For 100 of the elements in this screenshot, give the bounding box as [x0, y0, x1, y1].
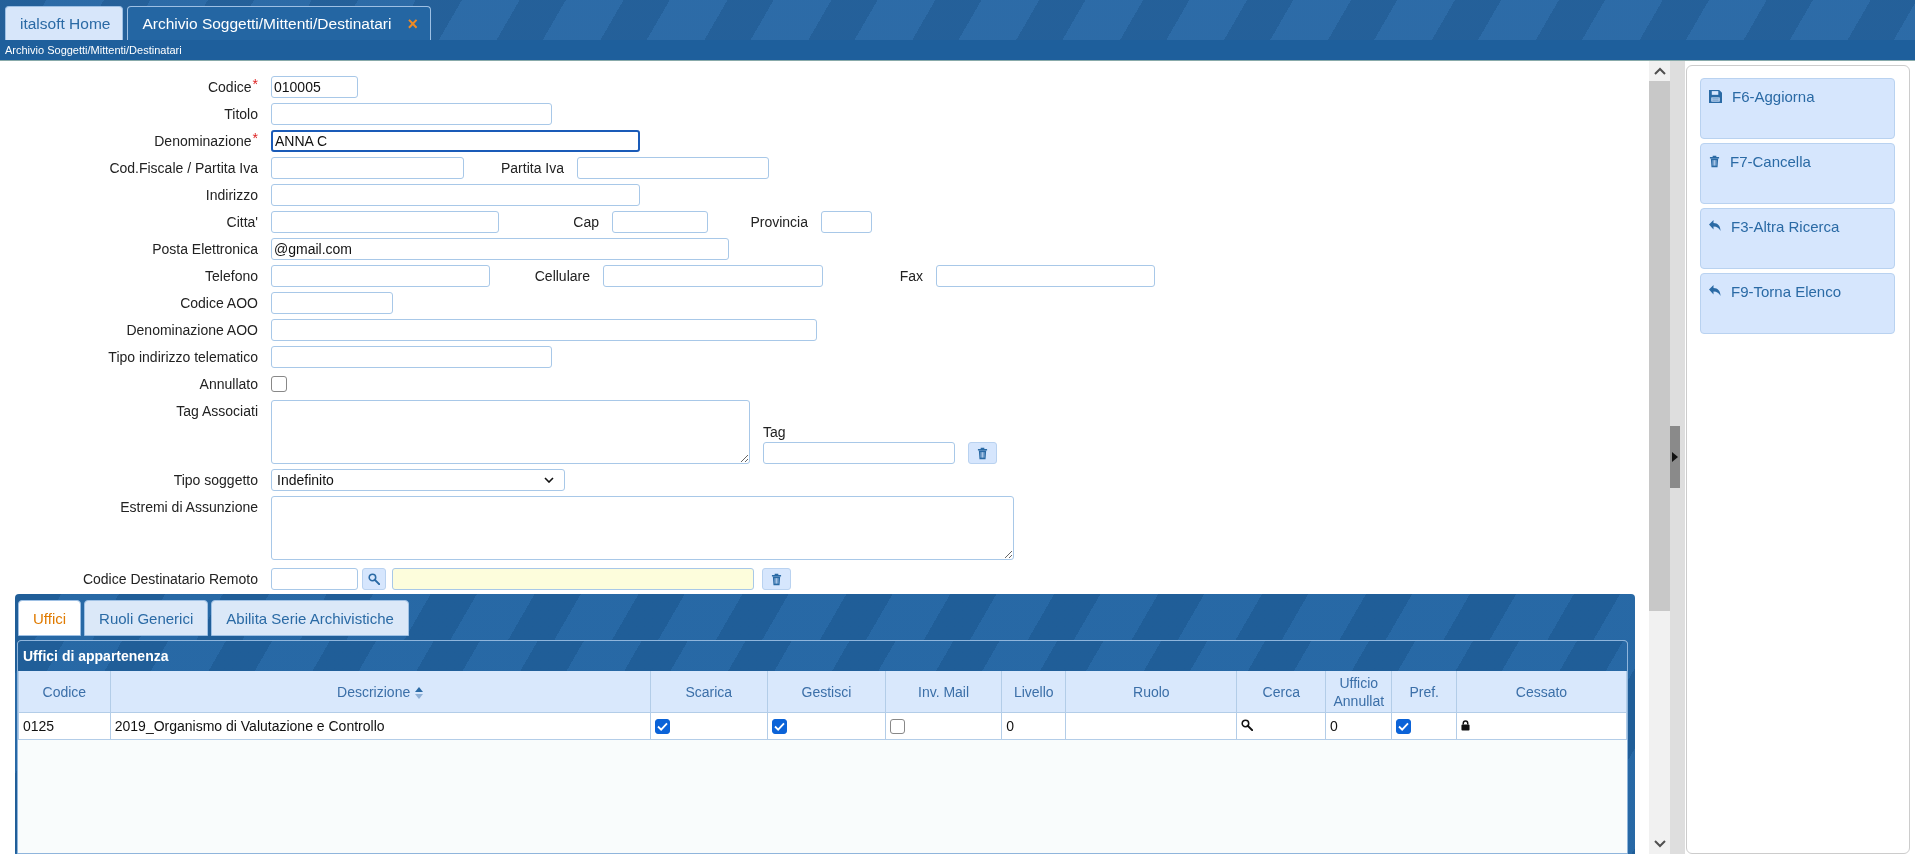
checkbox[interactable] — [654, 719, 670, 735]
delete-button[interactable]: F7-Cancella — [1700, 143, 1895, 204]
field-label: Denominazione AOO — [126, 322, 258, 338]
table-cell: 0125 — [18, 712, 111, 740]
text-field[interactable] — [271, 157, 464, 179]
text-field[interactable] — [271, 211, 499, 233]
sort-icon — [415, 686, 424, 699]
tab[interactable]: Uffici — [18, 600, 82, 636]
column-header[interactable]: Inv. Mail — [885, 671, 1002, 713]
column-header[interactable]: Codice — [18, 671, 111, 713]
table-cell: 0 — [1325, 712, 1392, 740]
text-field[interactable]: ANNA C — [271, 130, 640, 152]
search-icon[interactable] — [1241, 719, 1254, 731]
field-label: Annullato — [199, 376, 258, 392]
text-field[interactable] — [763, 442, 955, 464]
text-field[interactable] — [392, 568, 754, 590]
text-area[interactable] — [271, 400, 750, 464]
back-button[interactable]: F3-Altra Ricerca — [1700, 208, 1895, 269]
checkbox[interactable] — [772, 719, 788, 735]
checkmark-icon — [1398, 722, 1410, 732]
trash-icon — [977, 446, 988, 460]
text-field[interactable] — [271, 184, 640, 206]
text-field[interactable] — [936, 265, 1155, 287]
scroll-down-icon[interactable] — [1653, 840, 1666, 848]
required-mark: * — [252, 76, 258, 92]
back-button[interactable]: F9-Torna Elenco — [1700, 273, 1895, 334]
trash-icon — [1709, 155, 1720, 168]
splitter-handle[interactable] — [1670, 426, 1680, 488]
column-header[interactable]: Scarica — [650, 671, 768, 713]
save-icon — [1709, 90, 1722, 103]
text-field[interactable] — [271, 292, 393, 314]
text-field[interactable] — [271, 319, 817, 341]
search-icon — [368, 573, 380, 585]
text-field[interactable] — [271, 346, 552, 368]
close-button[interactable]: × — [407, 14, 418, 33]
lock-icon — [1460, 720, 1470, 731]
text-field[interactable] — [271, 265, 490, 287]
text-field[interactable]: @gmail.com — [271, 238, 729, 260]
column-header[interactable]: Descrizione — [110, 671, 651, 713]
field-label: Denominazione — [154, 133, 252, 149]
tab[interactable]: Abilita Serie Archivistiche — [211, 600, 409, 636]
field-label: Fax — [898, 267, 923, 286]
tab[interactable]: Ruoli Generici — [84, 600, 209, 636]
field-label: Cod.Fiscale / Partita Iva — [109, 160, 258, 176]
column-header[interactable]: Pref. — [1392, 671, 1457, 713]
field-label: Tag Associati — [176, 403, 258, 419]
column-header[interactable]: Cerca — [1237, 671, 1326, 713]
field-label: Codice Destinatario Remoto — [82, 571, 258, 587]
field-label: Estremi di Assunzione — [120, 499, 258, 515]
save-button[interactable]: F6-Aggiorna — [1700, 78, 1895, 139]
breadcrumb-bar: Archivio Soggetti/Mittenti/Destinatari — [0, 40, 1915, 61]
dropdown[interactable]: Indefinito — [271, 469, 565, 491]
tab[interactable]: Archivio Soggetti/Mittenti/Destinatari × — [127, 6, 431, 40]
tab[interactable]: italsoft Home — [5, 6, 124, 40]
text-field[interactable] — [612, 211, 708, 233]
required-mark: * — [252, 130, 258, 146]
column-header[interactable]: Livello — [1001, 671, 1066, 713]
text-field[interactable] — [271, 568, 358, 590]
column-header[interactable]: Gestisci — [767, 671, 886, 713]
field-label: Posta Elettronica — [152, 241, 258, 257]
checkbox[interactable] — [271, 376, 287, 392]
field-label: Tipo soggetto — [173, 472, 258, 488]
field-label: Provincia — [749, 213, 808, 232]
column-header[interactable]: Ruolo — [1065, 671, 1237, 713]
trash-icon — [771, 572, 782, 586]
text-field[interactable]: 010005 — [271, 76, 358, 98]
field-label: Codice — [207, 79, 252, 95]
field-label: Codice AOO — [180, 295, 258, 311]
field-label: Telefono — [205, 268, 258, 284]
field-label: Cap — [572, 213, 599, 232]
column-header[interactable]: Cessato — [1456, 671, 1627, 713]
delete-button[interactable] — [968, 442, 997, 464]
back-arrow-icon — [1709, 220, 1721, 232]
field-label: Partita Iva — [499, 159, 564, 178]
expand-arrow-icon — [1672, 452, 1678, 462]
text-field[interactable] — [271, 103, 552, 125]
caret-icon — [544, 477, 554, 483]
column-header[interactable]: Ufficio Annullat — [1325, 671, 1392, 713]
scrollbar[interactable] — [1649, 61, 1670, 854]
text-area[interactable] — [271, 496, 1014, 560]
table-cell: 2019_Organismo di Valutazione e Controllo — [110, 712, 651, 740]
text-field[interactable] — [577, 157, 769, 179]
field-label: Tag — [763, 423, 787, 442]
text-field[interactable] — [821, 211, 872, 233]
checkbox[interactable] — [889, 719, 905, 735]
field-label: Citta' — [226, 214, 258, 230]
delete-button[interactable] — [762, 568, 791, 590]
field-label: Tipo indirizzo telematico — [108, 349, 258, 365]
grid-title: Uffici di appartenenza — [18, 641, 1627, 671]
text-field[interactable] — [603, 265, 823, 287]
checkbox[interactable] — [1396, 719, 1412, 735]
checkmark-icon — [656, 722, 668, 732]
field-label: Indirizzo — [205, 187, 258, 203]
field-label: Cellulare — [533, 267, 590, 286]
search-button[interactable] — [362, 568, 386, 590]
back-arrow-icon — [1709, 285, 1721, 297]
scroll-up-icon[interactable] — [1653, 67, 1666, 75]
checkmark-icon — [774, 722, 786, 732]
field-label: Titolo — [224, 106, 258, 122]
table-cell: 0 — [1001, 712, 1066, 740]
